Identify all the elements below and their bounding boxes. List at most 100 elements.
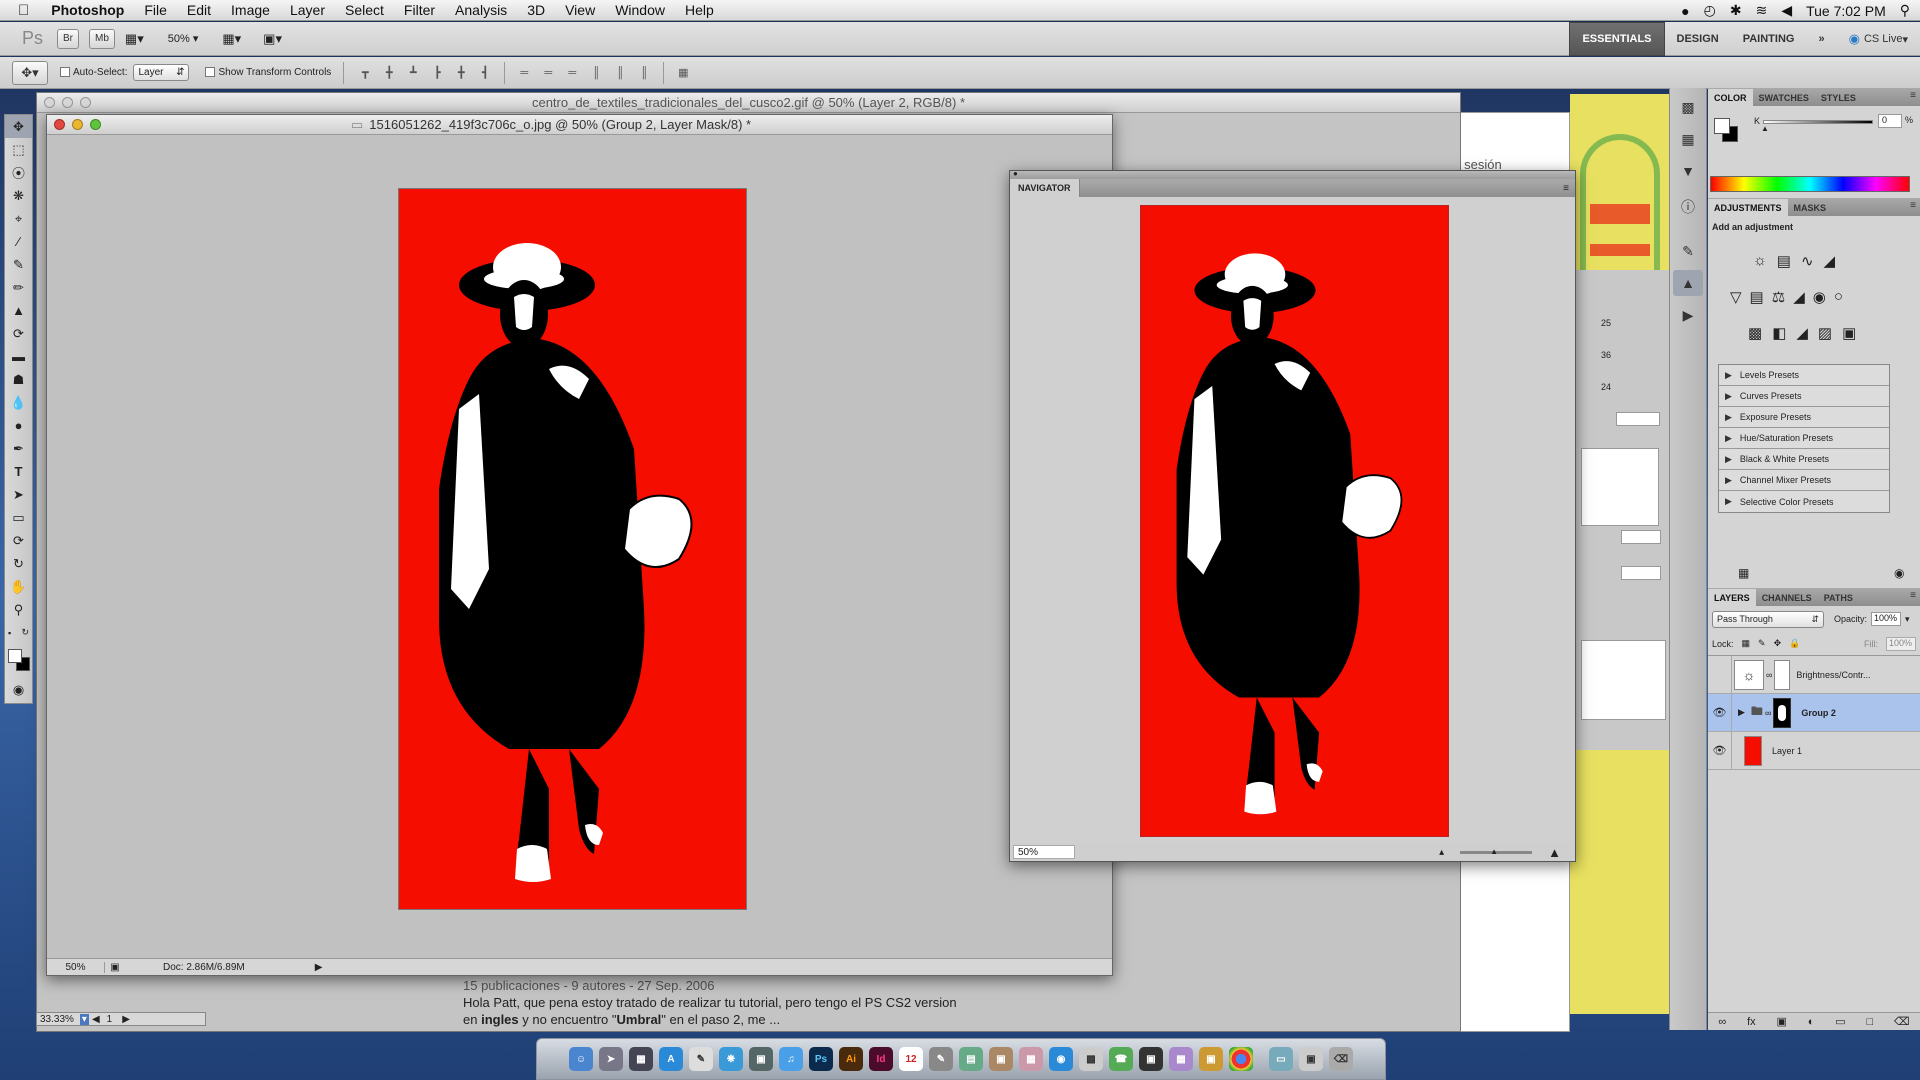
menu-app-name[interactable]: Photoshop: [41, 2, 134, 18]
tab-masks[interactable]: MASKS: [1788, 199, 1833, 216]
menu-3d[interactable]: 3D: [517, 2, 555, 18]
visibility-eye-icon[interactable]: 👁: [1708, 731, 1732, 770]
actions-panel-icon[interactable]: ▶: [1673, 302, 1703, 328]
distribute-top-icon[interactable]: ═: [515, 65, 533, 81]
delete-layer-icon[interactable]: ⌫: [1894, 1015, 1910, 1028]
workspace-painting[interactable]: PAINTING: [1731, 22, 1807, 56]
zoom-tool-icon[interactable]: ⚲: [5, 598, 32, 621]
view-extras-icon[interactable]: ▦▾: [125, 31, 144, 47]
distribute-hcenter-icon[interactable]: ║: [611, 65, 629, 81]
color-spectrum-ramp[interactable]: [1710, 176, 1910, 192]
menu-help[interactable]: Help: [675, 2, 724, 18]
app-icon[interactable]: ▣: [1199, 1047, 1223, 1071]
color-fg-swatch[interactable]: [1714, 118, 1730, 134]
lock-image-icon[interactable]: ✎: [1758, 638, 1766, 649]
hue-saturation-icon[interactable]: ▤: [1750, 288, 1764, 306]
textedit-icon[interactable]: ✎: [689, 1047, 713, 1071]
shape-tool-icon[interactable]: ▭: [5, 506, 32, 529]
minimize-button[interactable]: [62, 97, 73, 108]
auto-select-checkbox[interactable]: Auto-Select:: [60, 67, 127, 78]
preset-channel-mixer[interactable]: ▶ Channel Mixer Presets: [1719, 470, 1889, 491]
folder-icon[interactable]: ▭: [1269, 1047, 1293, 1071]
app-icon[interactable]: ▦: [1019, 1047, 1043, 1071]
menubar-clock[interactable]: Tue 7:02 PM: [1806, 3, 1886, 19]
healing-brush-tool-icon[interactable]: ✎: [5, 253, 32, 276]
layer-style-icon[interactable]: fx: [1747, 1016, 1756, 1028]
navigator-preview[interactable]: [1140, 205, 1449, 837]
visibility-toggle-empty[interactable]: [1708, 655, 1732, 694]
tab-paths[interactable]: PATHS: [1818, 589, 1859, 606]
group-mask-thumb[interactable]: [1773, 697, 1792, 728]
workspace-design[interactable]: DESIGN: [1665, 22, 1731, 56]
spotlight-icon[interactable]: ⚲: [1900, 2, 1910, 19]
page-next-icon[interactable]: ▶: [122, 1014, 130, 1025]
documents-icon[interactable]: ▣: [1299, 1047, 1323, 1071]
app-icon[interactable]: ▣: [1139, 1047, 1163, 1071]
layer-row[interactable]: ☼ ∞ Brightness/Contr...: [1708, 655, 1920, 694]
histogram-panel-icon[interactable]: ▼: [1673, 158, 1703, 184]
lock-transparent-icon[interactable]: ▦: [1742, 638, 1751, 649]
exposure-icon[interactable]: ◢: [1824, 252, 1836, 270]
tab-navigator[interactable]: NAVIGATOR: [1010, 179, 1080, 197]
color-swatches[interactable]: [5, 644, 32, 678]
app-icon[interactable]: ▣: [989, 1047, 1013, 1071]
layer-mask-thumb[interactable]: [1774, 659, 1791, 690]
paint-bucket-tool-icon[interactable]: ☗: [5, 368, 32, 391]
k-slider-thumb[interactable]: ▲: [1761, 124, 1769, 133]
expand-group-icon[interactable]: ▶: [1738, 707, 1745, 718]
3d-orbit-tool-icon[interactable]: ↻: [5, 552, 32, 575]
dodge-tool-icon[interactable]: ●: [5, 414, 32, 437]
align-top-icon[interactable]: ┳: [356, 65, 374, 81]
info-panel-icon[interactable]: ⓘ: [1673, 194, 1703, 220]
page-number[interactable]: 1: [107, 1014, 113, 1025]
finder-icon[interactable]: ☺: [569, 1047, 593, 1071]
calendar-icon[interactable]: 12: [899, 1047, 923, 1071]
layer-row[interactable]: 👁 ▶ 🖿 ∞ Group 2: [1708, 693, 1920, 732]
fg-doc-titlebar[interactable]: ▭ 1516051262_419f3c706c_o.jpg @ 50% (Gro…: [47, 115, 1112, 135]
navigator-close-icon[interactable]: ●: [1013, 169, 1018, 178]
app-icon[interactable]: ▤: [959, 1047, 983, 1071]
tab-color[interactable]: COLOR: [1708, 89, 1753, 106]
distribute-left-icon[interactable]: ║: [587, 65, 605, 81]
zoom-button[interactable]: [90, 119, 101, 130]
adjustments-expand-icon[interactable]: ◉: [1894, 566, 1904, 580]
app-icon[interactable]: ▩: [1079, 1047, 1103, 1071]
menu-view[interactable]: View: [555, 2, 605, 18]
blur-tool-icon[interactable]: 💧: [5, 391, 32, 414]
tab-swatches[interactable]: SWATCHES: [1753, 89, 1815, 106]
align-bottom-icon[interactable]: ┻: [404, 65, 422, 81]
menu-filter[interactable]: Filter: [394, 2, 445, 18]
preset-exposure[interactable]: ▶ Exposure Presets: [1719, 407, 1889, 428]
trash-icon[interactable]: ⌫: [1329, 1047, 1353, 1071]
selective-color-icon[interactable]: ▣: [1842, 324, 1856, 342]
foreground-color-swatch[interactable]: [8, 649, 22, 663]
app-store-icon[interactable]: A: [659, 1047, 683, 1071]
tab-adjustments[interactable]: ADJUSTMENTS: [1708, 199, 1788, 216]
navigator-panel[interactable]: ● NAVIGATOR ≡ 50% ▴ ▲ ▲: [1009, 169, 1576, 862]
new-adjustment-icon[interactable]: ◐: [1808, 1016, 1815, 1028]
show-transform-checkbox[interactable]: Show Transform Controls: [205, 67, 331, 78]
adjustments-panel-menu-icon[interactable]: ≡: [1910, 200, 1916, 211]
curves-icon[interactable]: ∿: [1801, 252, 1814, 270]
illustrator-icon[interactable]: Ai: [839, 1047, 863, 1071]
app-icon[interactable]: ✎: [929, 1047, 953, 1071]
add-mask-icon[interactable]: ▣: [1777, 1015, 1787, 1028]
photo-filter-icon[interactable]: ◉: [1813, 288, 1826, 306]
safari-icon[interactable]: ❋: [719, 1047, 743, 1071]
chain-link-icon[interactable]: ∞: [1765, 708, 1771, 718]
itunes-icon[interactable]: ♫: [779, 1047, 803, 1071]
menu-analysis[interactable]: Analysis: [445, 2, 517, 18]
menu-layer[interactable]: Layer: [280, 2, 335, 18]
posterize-icon[interactable]: ◧: [1772, 324, 1786, 342]
k-slider[interactable]: [1763, 120, 1873, 124]
status-menu-arrow-icon[interactable]: ▶: [315, 962, 323, 973]
path-selection-tool-icon[interactable]: ➤: [5, 483, 32, 506]
page-first-icon[interactable]: ◀: [92, 1014, 100, 1025]
bluetooth-icon[interactable]: ✱: [1730, 2, 1742, 19]
navigator-zoom-out-icon[interactable]: ▴: [1439, 847, 1444, 858]
black-white-icon[interactable]: ◢: [1793, 288, 1805, 306]
invert-icon[interactable]: ▩: [1748, 324, 1762, 342]
align-left-icon[interactable]: ┣: [428, 65, 446, 81]
preset-black-white[interactable]: ▶ Black & White Presets: [1719, 449, 1889, 470]
pen-tool-icon[interactable]: ✒: [5, 437, 32, 460]
